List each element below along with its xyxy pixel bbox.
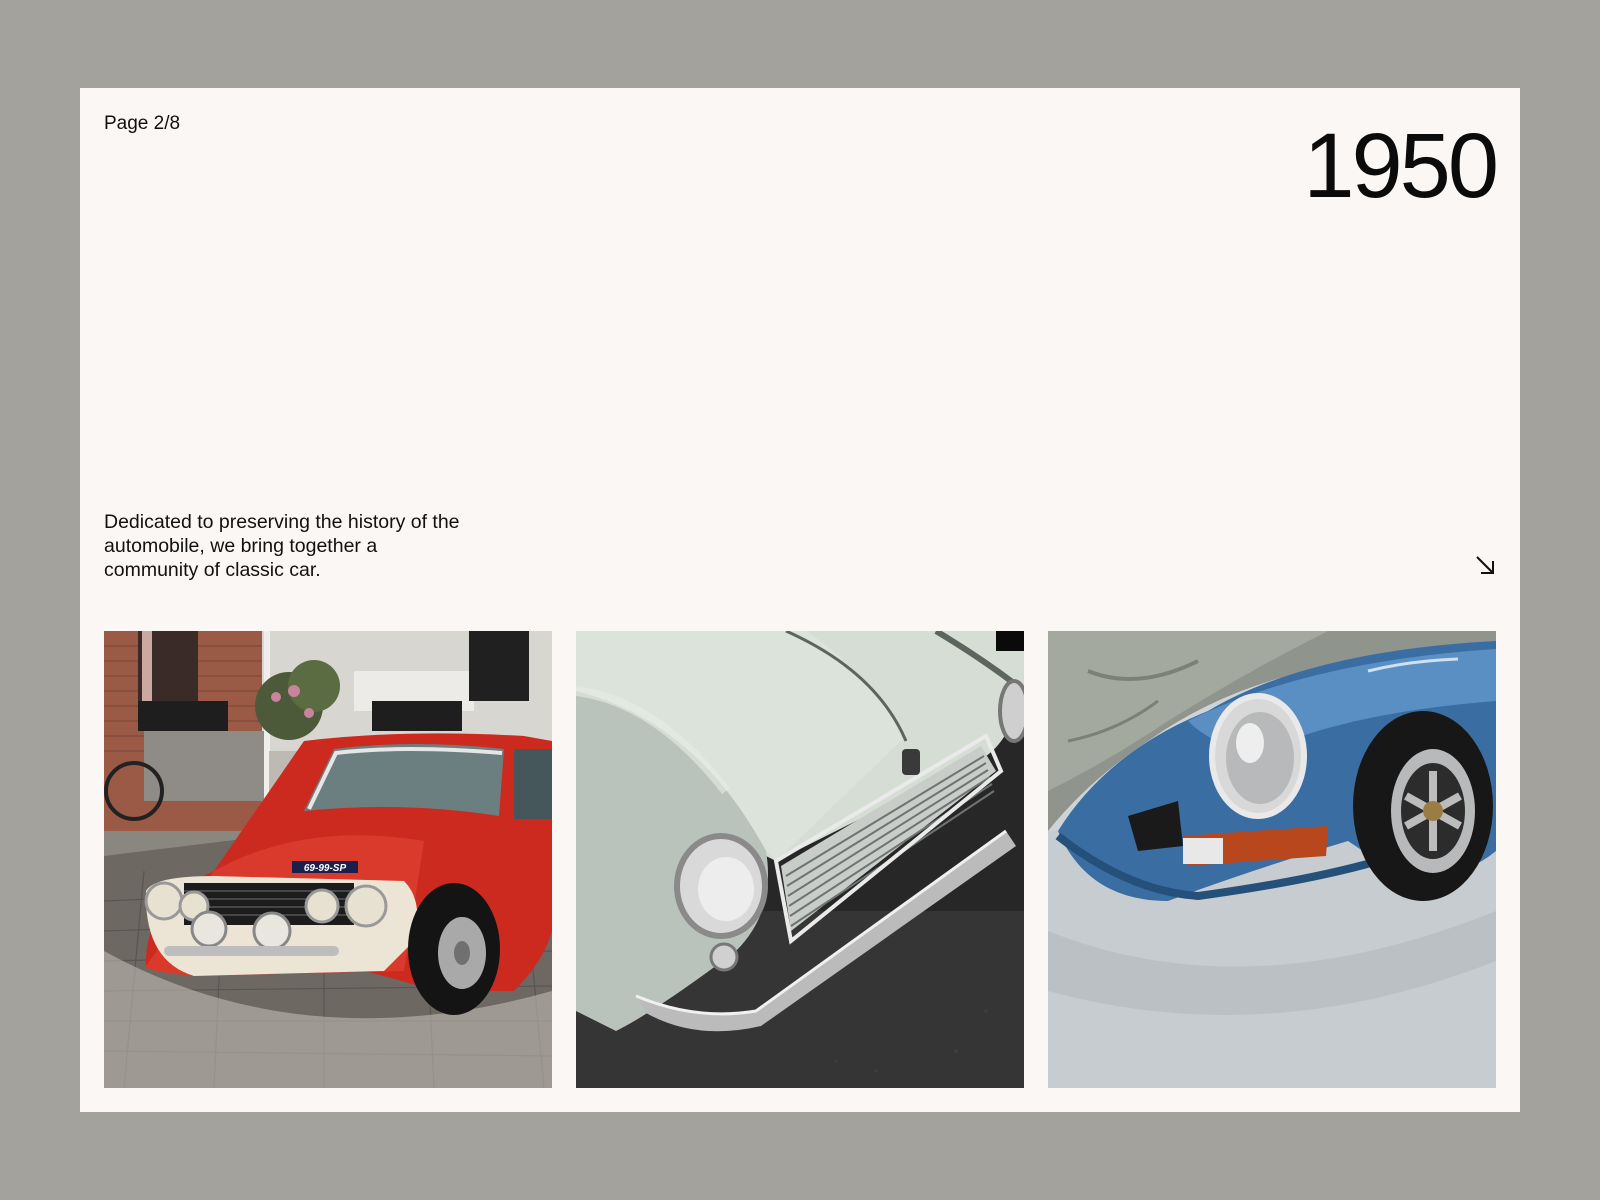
- photo-green-car[interactable]: [576, 631, 1024, 1088]
- photo-red-coupe[interactable]: 69-99-SP: [104, 631, 552, 1088]
- arrow-down-right-icon[interactable]: [1474, 554, 1496, 576]
- description-text: Dedicated to preserving the history of t…: [104, 511, 460, 581]
- page-card: Page 2/8 1950 Dedicated to preserving th…: [80, 88, 1520, 1112]
- blue-car-image: [1048, 631, 1496, 1088]
- page-indicator: Page 2/8: [104, 113, 181, 134]
- green-car-image: [576, 631, 1024, 1088]
- photo-gallery: 69-99-SP: [104, 631, 1496, 1088]
- photo-blue-car[interactable]: [1048, 631, 1496, 1088]
- year-heading: 1950: [1303, 115, 1499, 217]
- license-plate: 69-99-SP: [304, 863, 347, 874]
- red-coupe-image: 69-99-SP: [104, 631, 552, 1088]
